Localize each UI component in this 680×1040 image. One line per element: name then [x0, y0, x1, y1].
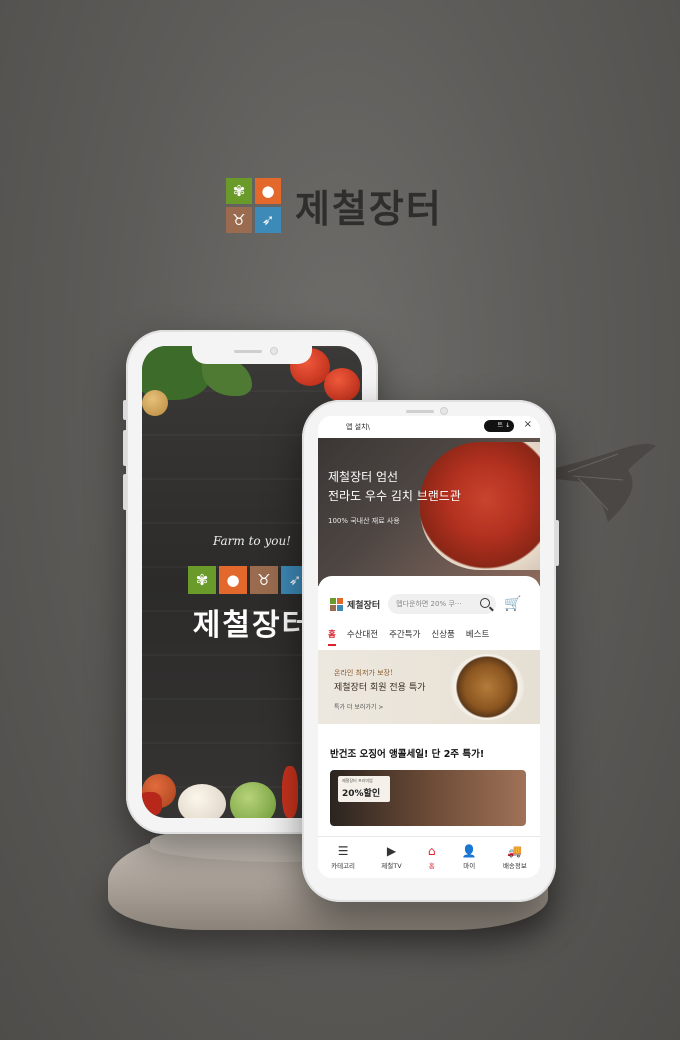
truck-icon: 🚚	[507, 844, 523, 858]
speaker	[234, 350, 262, 353]
phone-notch	[394, 406, 464, 418]
brand-name: 제철장터	[295, 187, 443, 231]
app-header: 제철장터 멥다운하면 20% 쿠··· 🛒	[330, 592, 532, 616]
tab-weekly-deals[interactable]: 주간특가	[389, 628, 420, 646]
side-button	[123, 400, 127, 420]
discount-badge: 제철장터 프리미엄 20%할인	[338, 776, 390, 802]
brand-logo: ✾ ● ♉ ➶ 제철장터	[226, 178, 443, 233]
close-icon[interactable]: ×	[524, 419, 532, 430]
side-button	[123, 474, 127, 510]
nav-category[interactable]: ☰ 카테고리	[331, 845, 355, 870]
bottom-nav: ☰ 카테고리 ▶ 제철TV ⌂ 홈 👤 마이 🚚 배송정보	[318, 836, 540, 878]
tab-new-products[interactable]: 신상품	[431, 628, 454, 646]
crab-dish-image	[450, 654, 524, 720]
wheat-icon: ✾	[226, 178, 252, 204]
onion-image	[142, 390, 168, 416]
category-tabs: 홈 수산대전 주간특가 신상품 베스트	[328, 628, 540, 646]
banner-title: 제철장터 회원 전용 특가	[334, 683, 426, 693]
tomato-image	[324, 368, 360, 402]
nav-label: 카테고리	[331, 862, 356, 870]
camera	[270, 347, 278, 355]
cart-icon[interactable]: 🛒	[504, 596, 521, 612]
kimchi-image	[420, 442, 540, 570]
search-input[interactable]: 멥다운하면 20% 쿠···	[388, 594, 497, 614]
cow-icon: ♉	[250, 566, 278, 594]
member-deal-banner[interactable]: 온라인 최저가 보장! 제철장터 회원 전용 특가 특가 더 보러가기 >	[318, 650, 540, 724]
install-app-text[interactable]: 앱 설치\	[346, 422, 370, 432]
banner-link[interactable]: 특가 더 보러가기 >	[334, 702, 383, 711]
apple-icon: ●	[219, 566, 247, 594]
cow-icon: ♉	[226, 207, 252, 233]
hero-banner[interactable]: 제철장터 엄선 전라도 우수 김치 브랜드관 100% 국내산 재료 사용	[318, 438, 540, 586]
hero-subtitle: 100% 국내산 재료 사용	[328, 517, 400, 525]
nav-tv[interactable]: ▶ 제철TV	[381, 845, 401, 870]
menu-icon: ☰	[337, 844, 349, 858]
nav-label: 마이	[463, 862, 476, 870]
garlic-image	[178, 784, 226, 818]
logo-tiles: ✾ ● ♉ ➶	[226, 178, 281, 233]
search-icon[interactable]	[480, 598, 491, 608]
status-pill[interactable]: 트 ↓	[484, 420, 514, 432]
speaker	[406, 410, 434, 413]
nav-delivery[interactable]: 🚚 배송정보	[503, 845, 527, 870]
nav-home[interactable]: ⌂ 홈	[428, 845, 436, 870]
fish-icon: ➶	[255, 207, 281, 233]
nav-my[interactable]: 👤 마이	[462, 845, 477, 870]
phone-app-home: 앱 설치\ 트 ↓ × 제철장터 엄선 전라도 우수 김치 브랜드관 100% …	[302, 400, 559, 902]
home-icon: ⌂	[427, 844, 436, 858]
badge-caption: 제철장터 프리미엄	[342, 778, 373, 783]
nav-label: 배송정보	[502, 862, 527, 870]
user-icon: 👤	[461, 844, 477, 858]
app-screen: 앱 설치\ 트 ↓ × 제철장터 엄선 전라도 우수 김치 브랜드관 100% …	[318, 416, 540, 878]
nav-label: 홈	[428, 862, 435, 870]
search-placeholder: 멥다운하면 20% 쿠···	[396, 600, 462, 608]
badge-discount: 20%할인	[342, 789, 381, 799]
app-brand-name[interactable]: 제철장터	[347, 598, 380, 611]
app-logo-icon[interactable]	[330, 597, 343, 611]
splash-logo-tiles: ✾ ● ♉ ➶	[188, 566, 309, 594]
promo-title: 반건조 오징어 앵콜세일! 단 2주 특가!	[330, 749, 485, 760]
banner-small-text: 온라인 최저가 보장!	[334, 669, 393, 677]
app-content: 제철장터 멥다운하면 20% 쿠··· 🛒 홈 수산대전 주간특가 신상품 베스…	[318, 576, 540, 878]
tab-best[interactable]: 베스트	[466, 628, 489, 646]
pepper-image	[282, 766, 298, 818]
squid-promo-image[interactable]: 제철장터 프리미엄 20%할인	[330, 770, 526, 826]
status-bar: 앱 설치\ 트 ↓ ×	[318, 416, 540, 438]
tab-seafood-festival[interactable]: 수산대전	[347, 628, 378, 646]
side-button	[555, 520, 559, 566]
zucchini-image	[230, 782, 276, 818]
play-icon: ▶	[386, 844, 397, 858]
hero-title-line2: 전라도 우수 김치 브랜드관	[328, 489, 461, 503]
apple-icon: ●	[255, 178, 281, 204]
hero-title-line1: 제철장터 엄선	[328, 470, 399, 484]
side-button	[123, 430, 127, 466]
camera	[440, 407, 448, 415]
nav-label: 제철TV	[381, 862, 402, 870]
phone-notch	[192, 346, 312, 364]
pepper-image	[142, 792, 162, 816]
hero-title: 제철장터 엄선 전라도 우수 김치 브랜드관	[328, 468, 461, 506]
tab-home[interactable]: 홈	[328, 628, 336, 646]
wheat-icon: ✾	[188, 566, 216, 594]
fish-tail-decoration	[548, 443, 656, 522]
